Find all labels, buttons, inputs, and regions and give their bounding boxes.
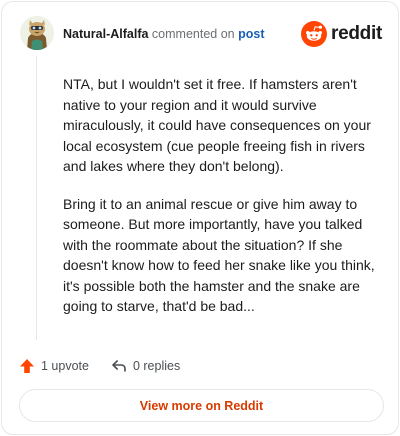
reddit-logo[interactable]: reddit	[301, 20, 382, 48]
upvote-arrow-icon	[20, 359, 34, 373]
reddit-wordmark: reddit	[331, 23, 382, 44]
reddit-snoo-icon	[301, 21, 328, 47]
comment-meta: Natural-Alfalfa commented on post	[63, 27, 264, 41]
comment-header: Natural-Alfalfa commented on post reddit	[20, 16, 382, 56]
thread-line	[36, 56, 37, 340]
comment-paragraph: Bring it to an animal rescue or give him…	[63, 195, 375, 315]
comment-actions: 1 upvote 0 replies	[19, 356, 180, 376]
comment-body: NTA, but I wouldn't set it free. If hams…	[63, 74, 383, 334]
post-link[interactable]: post	[238, 27, 264, 41]
comment-embed-card: Natural-Alfalfa commented on post reddit…	[1, 1, 399, 435]
comment-paragraph: NTA, but I wouldn't set it free. If hams…	[63, 76, 371, 174]
user-avatar[interactable]	[20, 16, 54, 50]
reply-arrow-icon	[112, 360, 126, 372]
username-link[interactable]: Natural-Alfalfa	[63, 27, 148, 41]
view-more-button[interactable]: View more on Reddit	[19, 389, 384, 422]
action-text: commented on	[151, 27, 235, 41]
view-more-label: View more on Reddit	[139, 398, 264, 413]
reply-count: 0 replies	[132, 359, 181, 373]
upvote-count: 1 upvote	[41, 359, 89, 373]
upvote-button[interactable]: 1 upvote	[19, 358, 89, 374]
replies-button[interactable]: 0 replies	[111, 358, 180, 374]
